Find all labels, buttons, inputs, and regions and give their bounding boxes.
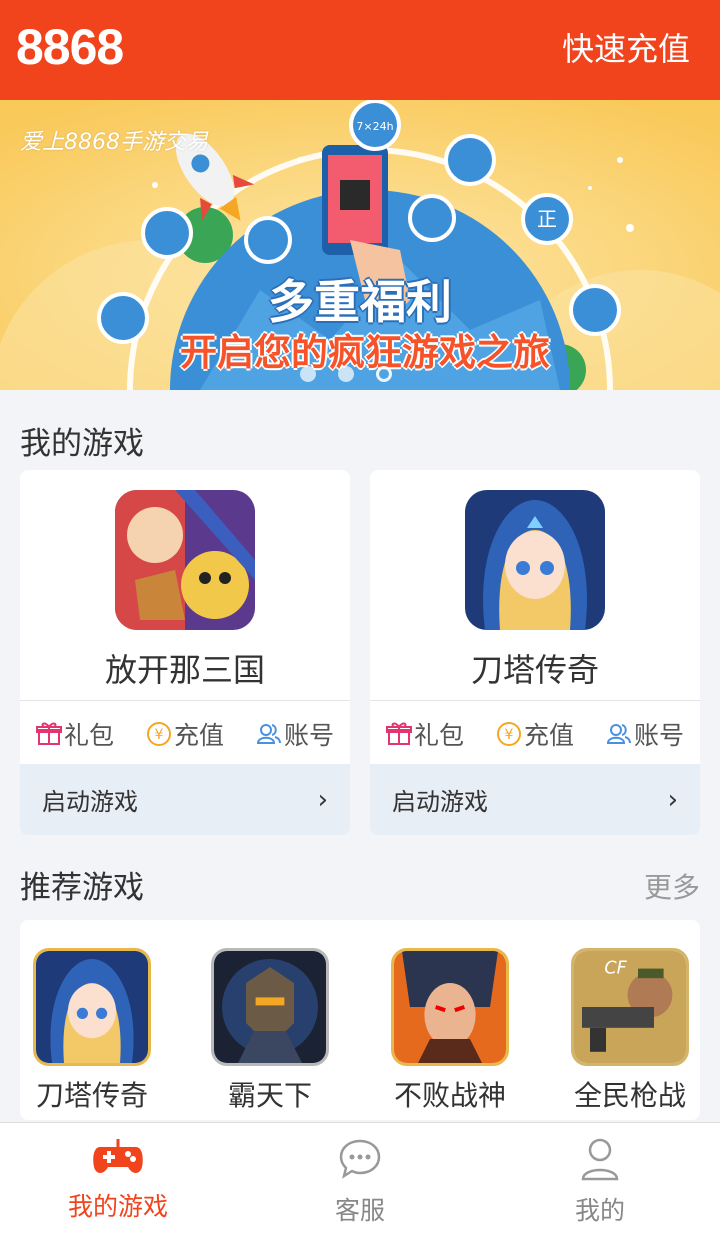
carousel-dot-active[interactable] [376, 366, 392, 382]
game-actions: 礼包 ¥ 充值 账号 [370, 716, 700, 752]
chevron-right-icon: › [317, 784, 328, 815]
svg-text:¥: ¥ [505, 727, 514, 743]
recommended-game[interactable]: CF 全民枪战 [570, 948, 690, 1114]
banner-shield-text: 正 [537, 207, 557, 231]
yen-coin-icon: ¥ [146, 722, 171, 746]
recommended-title: 推荐游戏 [20, 870, 144, 906]
gift-icon [35, 722, 62, 745]
account-button[interactable]: 账号 [606, 716, 684, 752]
recommended-game[interactable]: 刀塔传奇 [32, 948, 152, 1114]
chevron-right-icon: › [667, 784, 678, 815]
chat-bubble-icon [339, 1139, 381, 1179]
launch-game-button[interactable]: 启动游戏 › [20, 764, 350, 835]
account-icon [606, 724, 631, 744]
game-name: 刀塔传奇 [470, 651, 599, 689]
account-button[interactable]: 账号 [256, 716, 334, 752]
tab-customer-service[interactable]: 客服 [290, 1137, 430, 1227]
launch-label: 启动游戏 [42, 788, 138, 816]
user-icon [581, 1138, 619, 1181]
game-name: 霸天下 [227, 1079, 312, 1112]
game-card: 刀塔传奇 礼包 ¥ 充值 账号 启动游戏 › [370, 470, 700, 835]
badge-24h-text: 7×24h [356, 120, 393, 133]
game-icon [211, 948, 329, 1066]
game-icon [391, 948, 509, 1066]
gamepad-icon [93, 1139, 143, 1173]
app-header: 8868 快速充值 [0, 0, 720, 100]
game-card: 放开那三国 礼包 ¥ 充值 账号 启动游戏 › [20, 470, 350, 835]
promo-banner[interactable]: 7×24h 正 爱上8868手游交易 多重福利 开启您的疯狂游戏之旅 [0, 100, 720, 390]
game-icon[interactable] [465, 490, 605, 630]
game-icon: CF [571, 948, 689, 1066]
gift-label: 礼包 [63, 721, 114, 750]
tab-my-games[interactable]: 我的游戏 [48, 1137, 188, 1223]
my-games-title: 我的游戏 [20, 426, 144, 462]
yen-coin-icon: ¥ [496, 722, 521, 746]
carousel-indicator [300, 366, 392, 382]
tab-label: 我的游戏 [67, 1192, 168, 1221]
gift-label: 礼包 [413, 721, 464, 750]
game-name: 放开那三国 [104, 651, 265, 689]
gift-icon [385, 722, 412, 745]
gift-button[interactable]: 礼包 [385, 716, 464, 752]
tab-label: 客服 [334, 1196, 385, 1225]
svg-text:CF: CF [604, 958, 627, 978]
recommended-game[interactable]: 不败战神 [390, 948, 510, 1114]
game-icon [33, 948, 151, 1066]
divider [370, 700, 700, 701]
game-icon[interactable] [115, 490, 255, 630]
tab-label: 我的 [574, 1196, 625, 1225]
quick-recharge-button[interactable]: 快速充值 [562, 24, 690, 70]
account-label: 账号 [633, 721, 684, 750]
bottom-tab-bar: 我的游戏 客服 我的 [0, 1122, 720, 1237]
gift-button[interactable]: 礼包 [35, 716, 114, 752]
recharge-label: 充值 [523, 721, 574, 750]
launch-game-button[interactable]: 启动游戏 › [370, 764, 700, 835]
recommended-list: 刀塔传奇 霸天下 不败战神 CF 全民枪战 [20, 920, 700, 1120]
divider [20, 700, 350, 701]
launch-label: 启动游戏 [392, 788, 488, 816]
recharge-button[interactable]: ¥ 充值 [496, 716, 574, 752]
recommended-game[interactable]: 霸天下 [210, 948, 330, 1114]
game-name: 不败战神 [393, 1079, 506, 1112]
app-logo: 8868 [16, 19, 124, 75]
account-icon [256, 724, 281, 744]
game-name: 全民枪战 [573, 1079, 686, 1112]
svg-text:¥: ¥ [155, 727, 164, 743]
recharge-button[interactable]: ¥ 充值 [146, 716, 224, 752]
tab-me[interactable]: 我的 [530, 1137, 670, 1227]
more-link[interactable]: 更多 [644, 866, 700, 906]
account-label: 账号 [283, 721, 334, 750]
banner-brand: 爱上8868手游交易 [20, 130, 208, 155]
game-name: 刀塔传奇 [35, 1079, 148, 1112]
recharge-label: 充值 [173, 721, 224, 750]
carousel-dot[interactable] [300, 366, 316, 382]
game-actions: 礼包 ¥ 充值 账号 [20, 716, 350, 752]
carousel-dot[interactable] [338, 366, 354, 382]
